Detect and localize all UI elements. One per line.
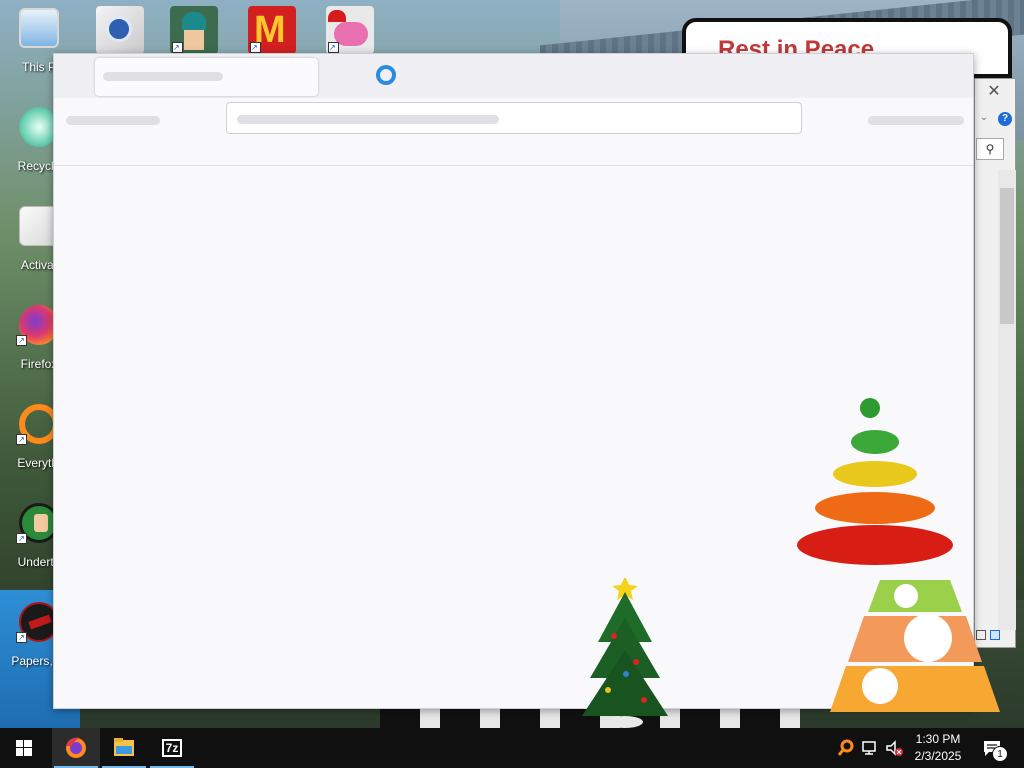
shortcut-arrow-icon: ↗	[16, 533, 27, 544]
loading-spinner-icon	[376, 65, 396, 85]
media-app-icon[interactable]	[96, 6, 144, 54]
taskbar-file-explorer[interactable]	[100, 728, 148, 768]
computer-icon	[19, 8, 59, 48]
chevron-down-icon[interactable]: ⌄	[978, 112, 990, 124]
tab-strip	[54, 54, 973, 98]
clock-time: 1:30 PM	[915, 732, 961, 746]
navigation-bar	[54, 98, 973, 166]
shortcut-arrow-icon: ↗	[328, 42, 339, 53]
game-character-icon[interactable]: ↗	[170, 6, 218, 54]
taskbar-7zip[interactable]: 7z	[148, 728, 196, 768]
tab-loading[interactable]	[95, 58, 318, 96]
windows-logo-icon	[16, 740, 32, 756]
network-icon[interactable]	[860, 738, 880, 758]
help-icon[interactable]: ?	[998, 112, 1012, 126]
shortcut-arrow-icon: ↗	[16, 434, 27, 445]
desktop: Rest in Peace ↗ M ↗ ↗ This P Recycle Act…	[0, 0, 1024, 728]
mcdonalds-icon[interactable]: M ↗	[248, 6, 296, 54]
everything-tray-icon[interactable]	[836, 738, 856, 758]
close-icon[interactable]: ✕	[984, 82, 1004, 102]
system-clock[interactable]: 1:30 PM 2/3/2025	[906, 731, 970, 765]
shortcut-arrow-icon: ↗	[16, 335, 27, 346]
folder-icon	[114, 738, 134, 756]
shortcut-arrow-icon: ↗	[250, 42, 261, 53]
tab-title-placeholder	[103, 72, 223, 81]
search-icon[interactable]: ⚲	[976, 138, 1004, 160]
pig-santa-icon[interactable]: ↗	[326, 6, 374, 54]
shortcut-arrow-icon: ↗	[172, 42, 183, 53]
firefox-icon	[66, 737, 86, 758]
volume-muted-icon[interactable]	[884, 738, 904, 758]
scrollbar-thumb[interactable]	[1000, 188, 1014, 324]
taskbar: 7z 1:30 PM 2/3/2025 1	[0, 728, 1024, 768]
taskbar-firefox[interactable]	[52, 728, 100, 768]
notification-count-badge: 1	[992, 746, 1008, 762]
toolbar-buttons-placeholder	[868, 116, 964, 125]
url-bar[interactable]	[226, 102, 802, 134]
clock-date: 2/3/2025	[914, 749, 962, 763]
seven-zip-icon: 7z	[162, 739, 182, 757]
candy-tree-decoration	[830, 580, 1000, 712]
start-button[interactable]	[0, 728, 48, 768]
christmas-tree-decoration	[582, 578, 668, 728]
nav-buttons-placeholder	[66, 116, 160, 125]
shortcut-arrow-icon: ↗	[16, 632, 27, 643]
spiral-tree-decoration	[797, 398, 953, 565]
url-placeholder	[237, 115, 499, 124]
